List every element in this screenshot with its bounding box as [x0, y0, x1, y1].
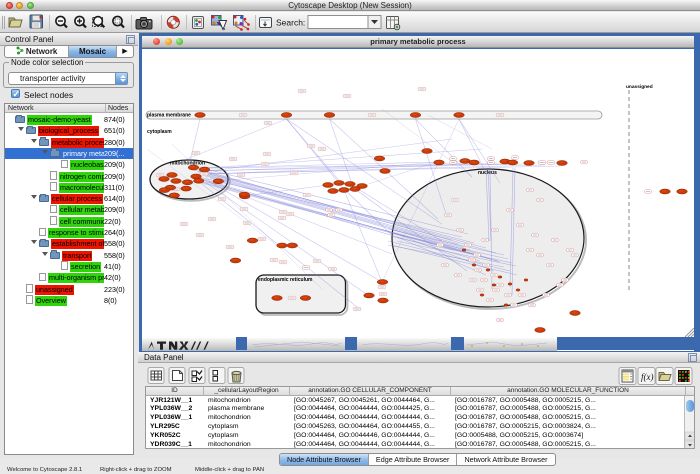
svg-text:cytoplasm: cytoplasm: [147, 129, 172, 135]
svg-text:Search:: Search:: [276, 18, 305, 28]
svg-text:mitochondrion: mitochondrion: [170, 161, 205, 167]
svg-text:plasma membrane: plasma membrane: [147, 113, 191, 119]
svg-text:unassigned: unassigned: [626, 84, 653, 90]
svg-text:endoplasmic reticulum: endoplasmic reticulum: [258, 277, 313, 283]
svg-text:nucleus: nucleus: [478, 170, 497, 176]
svg-text:f(x): f(x): [641, 372, 654, 382]
